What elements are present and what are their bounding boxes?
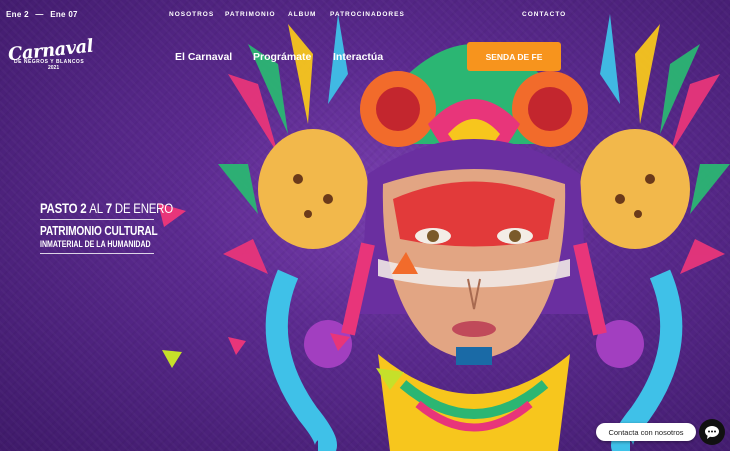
hero-day-end: 7: [105, 200, 112, 216]
decor-triangle: [392, 252, 418, 274]
mainnav-programate[interactable]: Prográmate: [253, 51, 311, 63]
senda-de-fe-button[interactable]: SENDA DE FE: [467, 42, 561, 71]
event-dates: Ene 2 — Ene 07: [6, 10, 82, 19]
decor-triangle: [162, 350, 182, 368]
nav-contacto[interactable]: CONTACTO: [522, 11, 566, 18]
hero-illustration: [218, 14, 730, 451]
date-start: Ene 2: [6, 10, 29, 19]
logo-year: 2021: [48, 65, 60, 71]
hero-month: DE ENERO: [114, 200, 173, 216]
chat-label[interactable]: Contacta con nosotros: [596, 423, 696, 441]
chat-bubble-icon: [705, 425, 719, 439]
nav-album[interactable]: ALBUM: [288, 11, 316, 18]
decor-triangle: [330, 333, 350, 351]
decor-triangle: [376, 368, 404, 390]
carnaval-logo[interactable]: Carnaval DE NEGROS Y BLANCOS 2021: [7, 36, 94, 76]
top-bar: Ene 2 — Ene 07 NOSOTROS PATRIMONIO ALBUM…: [0, 0, 730, 28]
mainnav-interactua[interactable]: Interactúa: [333, 51, 383, 63]
hero-day-start: 2: [80, 200, 87, 216]
hero-divider: [40, 219, 154, 220]
hero-city: PASTO: [40, 200, 78, 216]
hero-heritage-line: PATRIMONIO CULTURAL: [40, 223, 158, 238]
date-end: Ene 07: [50, 10, 78, 19]
chat-button[interactable]: [699, 419, 725, 445]
nav-patrocinadores[interactable]: PATROCINADORES: [330, 11, 405, 18]
nav-patrimonio[interactable]: PATRIMONIO: [225, 11, 276, 18]
hero-humanity-line: INMATERIAL DE LA HUMANIDAD: [40, 239, 151, 249]
hero-al: AL: [89, 200, 103, 216]
hero-divider: [40, 253, 154, 254]
date-separator: —: [35, 10, 44, 19]
decor-triangle: [228, 337, 246, 355]
nav-nosotros[interactable]: NOSOTROS: [169, 11, 214, 18]
hero-dates-line: PASTO 2 AL 7 DE ENERO: [40, 200, 173, 216]
hero-text: PASTO 2 AL 7 DE ENERO PATRIMONIO CULTURA…: [40, 200, 180, 254]
mainnav-el-carnaval[interactable]: El Carnaval: [175, 51, 232, 63]
